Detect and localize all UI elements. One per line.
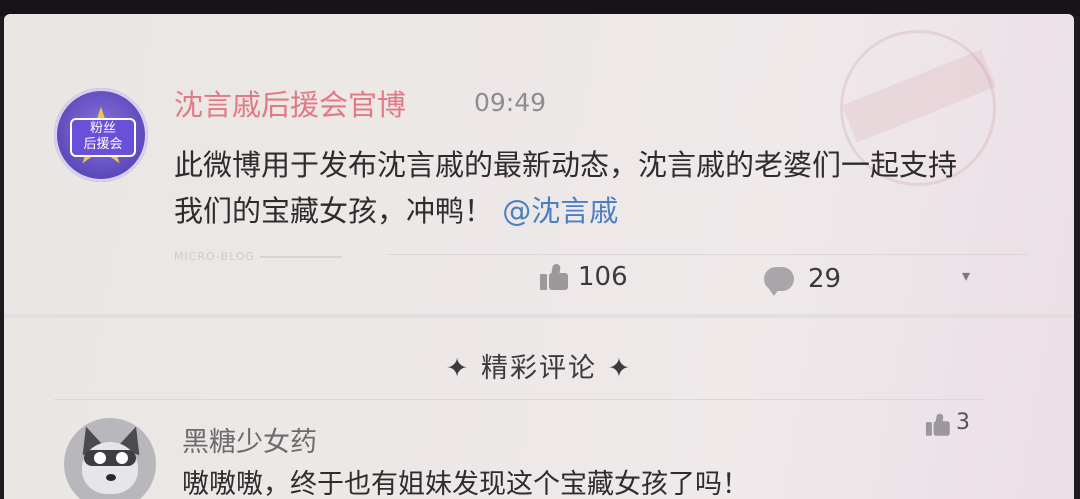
section-gap	[4, 314, 1074, 318]
thumbs-up-icon	[540, 263, 570, 291]
comment-text: 嗷嗷嗷，终于也有姐妹发现这个宝藏女孩了吗！	[182, 469, 749, 499]
watermark-line	[260, 256, 342, 258]
like-count: 106	[578, 262, 628, 292]
micro-blog-watermark: MICRO-BLOG	[174, 250, 256, 263]
post-divider	[388, 254, 1028, 255]
post-author-name[interactable]: 沈言戚后援会官博	[174, 82, 406, 124]
avatar-badge-line1: 粉丝	[89, 121, 116, 136]
thumbs-up-icon	[925, 412, 950, 436]
comment-like-button[interactable]: 3	[924, 410, 970, 436]
like-button[interactable]: 106	[540, 262, 628, 292]
post-author-avatar[interactable]: ★ 粉丝 后援会	[54, 88, 148, 182]
comment-count: 29	[808, 264, 842, 294]
commenter-name[interactable]: 黑糖少女药	[182, 420, 317, 459]
avatar-badge: 粉丝 后援会	[70, 118, 136, 157]
commenter-avatar[interactable]	[64, 418, 156, 499]
featured-comments-title: ✦ 精彩评论 ✦	[445, 353, 633, 384]
mention-link[interactable]: @沈言戚	[502, 194, 618, 228]
post-text: 此微博用于发布沈言戚的最新动态，沈言戚的老婆们一起支持我们的宝藏女孩，冲鸭！ @…	[174, 142, 974, 234]
comment-bubble-icon	[764, 267, 794, 296]
comment-button[interactable]: 29	[764, 264, 842, 296]
comment-like-count: 3	[956, 410, 970, 435]
avatar-badge-line2: 后援会	[83, 137, 123, 152]
post-time: 09:49	[474, 88, 547, 117]
chevron-down-icon[interactable]: ▾	[962, 266, 970, 285]
comments-divider	[54, 399, 984, 400]
weibo-screen: ★ 粉丝 后援会 沈言戚后援会官博 09:49 此微博用于发布沈言戚的最新动态，…	[4, 14, 1074, 499]
